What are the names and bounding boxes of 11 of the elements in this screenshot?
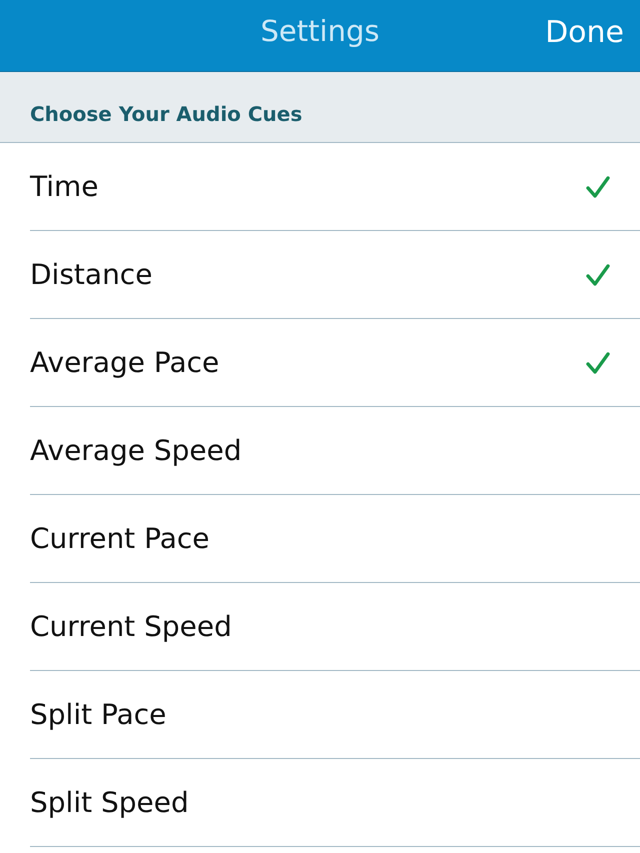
audio-cue-option[interactable]: Current Speed [30,583,640,671]
audio-cue-option[interactable]: Split Speed [30,759,640,847]
audio-cue-option[interactable]: Average Pace [30,319,640,407]
screen-title: Settings [260,14,380,48]
audio-cue-option[interactable]: Average Speed [30,407,640,495]
done-button[interactable]: Done [545,15,624,50]
audio-cue-option[interactable]: Time [30,143,640,231]
audio-cue-option[interactable]: Current Pace [30,495,640,583]
audio-cue-option[interactable]: Distance [30,231,640,319]
section-title: Choose Your Audio Cues [30,102,302,126]
audio-cue-option[interactable]: Split Pace [30,671,640,759]
